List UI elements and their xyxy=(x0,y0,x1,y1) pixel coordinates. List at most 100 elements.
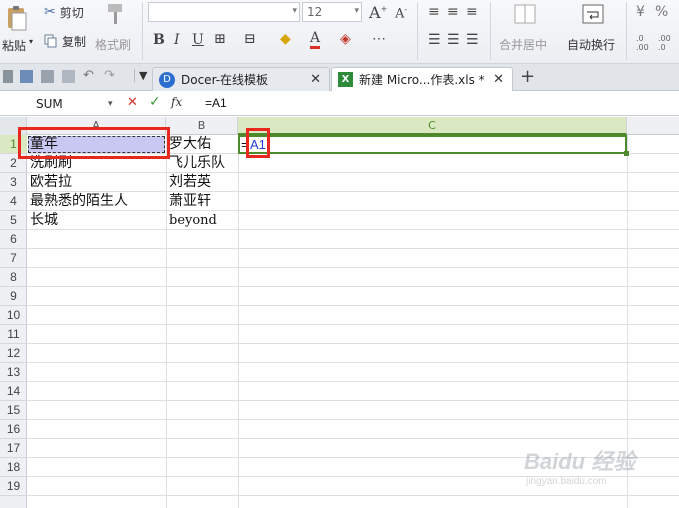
font-size-select[interactable]: 12 ▾ xyxy=(302,2,362,22)
font-color-icon[interactable]: A xyxy=(310,31,321,49)
align-right-icon[interactable]: ☰ xyxy=(466,32,479,48)
clear-format-icon[interactable]: ◈ xyxy=(340,31,351,47)
wrap-text-button[interactable]: 自动换行 xyxy=(565,4,621,58)
row-header-11[interactable]: 11 xyxy=(0,325,27,344)
fill-color-icon[interactable]: ◆ xyxy=(280,31,291,47)
more-icon[interactable]: ⋯ xyxy=(372,31,386,47)
close-icon[interactable]: ✕ xyxy=(310,72,321,87)
bold-button[interactable]: B xyxy=(153,32,165,48)
cell-a5[interactable]: 长城 xyxy=(27,211,166,230)
chevron-down-icon: ▾ xyxy=(292,6,297,16)
cell-style-icon[interactable]: ⊟ xyxy=(244,31,256,47)
percent-button[interactable]: % xyxy=(655,4,668,20)
chevron-down-icon[interactable]: ▾ xyxy=(108,94,113,114)
merge-center-label: 合并居中 xyxy=(499,38,548,52)
name-box[interactable]: SUM ▾ xyxy=(0,94,118,114)
align-top-icon[interactable]: ≡ xyxy=(428,4,440,20)
row-header-4[interactable]: 4 xyxy=(0,192,27,211)
row-header-10[interactable]: 10 xyxy=(0,306,27,325)
gridline xyxy=(27,400,679,401)
row-header-13[interactable]: 13 xyxy=(0,363,27,382)
currency-icon[interactable]: ¥ xyxy=(636,4,645,20)
merge-center-button[interactable]: 合并居中 xyxy=(497,4,553,58)
underline-button[interactable]: U xyxy=(192,32,204,48)
row-header-17[interactable]: 17 xyxy=(0,439,27,458)
row-header-8[interactable]: 8 xyxy=(0,268,27,287)
row-header-16[interactable]: 16 xyxy=(0,420,27,439)
border-icon[interactable]: ⊞ xyxy=(214,31,226,47)
new-tab-icon[interactable]: + xyxy=(520,66,535,87)
align-left-icon[interactable]: ☰ xyxy=(428,32,441,48)
format-painter-button[interactable]: 格式刷 xyxy=(95,2,135,56)
formula-input[interactable]: =A1 xyxy=(205,96,227,110)
name-box-value: SUM xyxy=(36,97,63,111)
tab-docer-label: Docer-在线模板 xyxy=(181,73,269,87)
row-header-9[interactable]: 9 xyxy=(0,287,27,306)
menu-icon[interactable] xyxy=(3,70,13,83)
print-preview-icon[interactable] xyxy=(62,70,75,83)
increase-font-icon[interactable]: A+ xyxy=(369,3,387,22)
row-header-12[interactable]: 12 xyxy=(0,344,27,363)
ribbon-divider xyxy=(490,2,491,60)
row-header-15[interactable]: 15 xyxy=(0,401,27,420)
row-header-6[interactable]: 6 xyxy=(0,230,27,249)
gridline xyxy=(27,343,679,344)
decrease-decimal-button[interactable]: .00 .0 xyxy=(658,34,678,52)
copy-icon xyxy=(44,34,57,48)
italic-button[interactable]: I xyxy=(174,32,180,48)
redo-icon[interactable]: ↷ xyxy=(104,68,117,83)
cut-button[interactable]: ✂ 剪切 xyxy=(44,3,84,21)
row-header-7[interactable]: 7 xyxy=(0,249,27,268)
close-icon[interactable]: ✕ xyxy=(493,72,504,87)
column-header-d[interactable] xyxy=(627,117,679,135)
tab-workbook[interactable]: X 新建 Micro...作表.xls * ✕ xyxy=(331,67,513,91)
chevron-down-icon: ▾ xyxy=(354,6,359,16)
document-tab-bar: ↶ ↷ ▼ D Docer-在线模板 ✕ X 新建 Micro...作表.xls… xyxy=(0,64,679,91)
row-header-5[interactable]: 5 xyxy=(0,211,27,230)
cell-b2[interactable]: 飞儿乐队 xyxy=(166,154,238,173)
decrease-font-icon[interactable]: A- xyxy=(395,5,407,21)
excel-file-icon: X xyxy=(338,72,353,87)
cell-b1[interactable]: 罗大佑 xyxy=(166,135,238,154)
save-icon[interactable] xyxy=(20,70,33,83)
fill-handle[interactable] xyxy=(624,151,629,156)
confirm-icon[interactable]: ✓ xyxy=(149,94,161,110)
row-header-18[interactable]: 18 xyxy=(0,458,27,477)
increase-decimal-button[interactable]: .0 .00 xyxy=(636,34,656,52)
cell-a3[interactable]: 欧若拉 xyxy=(27,173,166,192)
gridline xyxy=(27,419,679,420)
formula-bar: SUM ▾ ✕ ✓ fx =A1 xyxy=(0,92,679,116)
column-header-c[interactable]: C xyxy=(238,117,627,135)
align-bottom-icon[interactable]: ≡ xyxy=(466,4,478,20)
cancel-icon[interactable]: ✕ xyxy=(127,95,138,110)
align-middle-icon[interactable]: ≡ xyxy=(447,4,459,20)
insert-function-button[interactable]: fx xyxy=(171,95,182,109)
row-header-3[interactable]: 3 xyxy=(0,173,27,192)
row-header-19[interactable]: 19 xyxy=(0,477,27,496)
paste-button[interactable]: 粘贴 ▾ xyxy=(2,4,33,58)
column-header-b[interactable]: B xyxy=(166,117,238,135)
wrap-text-icon xyxy=(582,4,604,24)
cut-label: 剪切 xyxy=(59,5,84,20)
tab-docer[interactable]: D Docer-在线模板 ✕ xyxy=(152,67,330,91)
ribbon-divider xyxy=(626,2,627,60)
chevron-down-icon[interactable]: ▼ xyxy=(134,69,147,82)
font-size-value: 12 xyxy=(307,5,323,19)
gridline xyxy=(27,305,679,306)
print-icon[interactable] xyxy=(41,70,54,83)
cell-b5[interactable]: beyond xyxy=(166,211,238,230)
cell-b3[interactable]: 刘若英 xyxy=(166,173,238,192)
paste-dropdown-icon[interactable]: ▾ xyxy=(29,37,33,46)
active-cell-c1[interactable]: = A1 xyxy=(238,135,629,156)
font-name-select[interactable]: ▾ xyxy=(148,2,300,22)
ribbon-divider xyxy=(417,2,418,60)
cell-a4[interactable]: 最熟悉的陌生人 xyxy=(27,192,166,211)
wrap-text-label: 自动换行 xyxy=(567,38,616,52)
row-header-14[interactable]: 14 xyxy=(0,382,27,401)
align-center-icon[interactable]: ☰ xyxy=(447,32,460,48)
watermark-brand: Baidu 经验 xyxy=(524,449,636,474)
undo-icon[interactable]: ↶ xyxy=(83,68,96,83)
paste-icon xyxy=(8,6,27,31)
cell-b4[interactable]: 萧亚轩 xyxy=(166,192,238,211)
copy-button[interactable]: 复制 xyxy=(44,32,86,50)
